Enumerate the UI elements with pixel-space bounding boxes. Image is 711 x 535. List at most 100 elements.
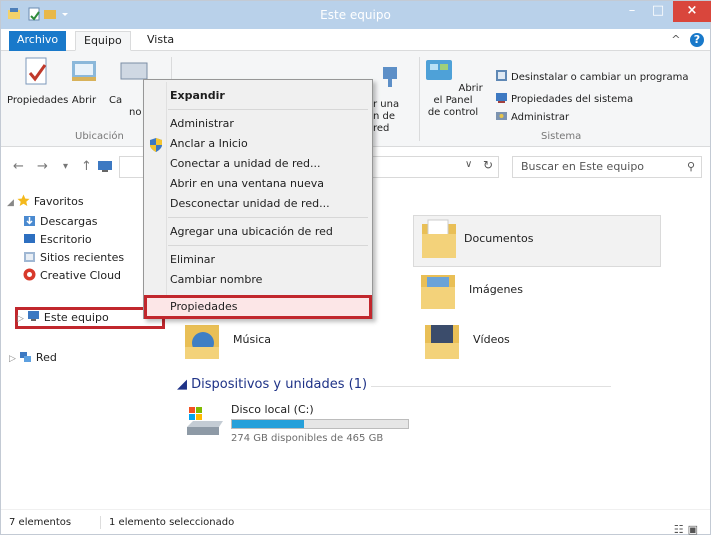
hard-drive-icon — [187, 407, 223, 435]
este-equipo-label: Este equipo — [43, 311, 109, 324]
large-icons-view-icon[interactable]: ▣ — [688, 523, 702, 535]
drive-usage-fill — [232, 420, 305, 428]
maximize-button[interactable]: □ — [645, 1, 671, 22]
nav-item-descargas[interactable]: Descargas — [23, 213, 98, 231]
desinstalar-programa-button[interactable]: Desinstalar o cambiar un programa — [495, 69, 689, 85]
propiedades-label: Propiedades — [7, 95, 69, 106]
menu-item-administrar[interactable]: Administrar — [170, 114, 234, 134]
recent-places-icon — [24, 252, 35, 262]
tab-vista[interactable]: Vista — [139, 31, 182, 51]
ribbon-tab-bar: Archivo Equipo Vista ^ ? — [1, 29, 710, 51]
search-icon: ⚲ — [686, 160, 695, 173]
devices-section-header[interactable]: ◢ Dispositivos y unidades (1) — [177, 377, 367, 392]
explorer-window: Este equipo – □ × Archivo Equipo Vista ^… — [0, 0, 711, 535]
nav-item-creative-cloud[interactable]: Creative Cloud — [23, 267, 121, 285]
control-panel-icon — [426, 60, 453, 80]
cambiar-label-partial2: no — [129, 107, 142, 118]
up-button[interactable]: ↑ — [81, 159, 92, 174]
view-toggle: ☷▣ — [674, 517, 702, 535]
menu-item-propiedades[interactable]: Propiedades — [170, 297, 237, 317]
nav-item-red[interactable]: ▷ Red — [9, 349, 57, 367]
menu-item-eliminar[interactable]: Eliminar — [170, 250, 215, 270]
musica-label: Música — [233, 333, 272, 346]
uac-shield-icon — [150, 138, 162, 152]
menu-separator — [168, 217, 368, 218]
pictures-folder-icon — [421, 275, 455, 309]
details-view-icon[interactable]: ☷ — [674, 523, 688, 535]
star-icon — [17, 194, 30, 206]
escritorio-label: Escritorio — [40, 233, 92, 246]
menu-item-agregar-ubicacion-red[interactable]: Agregar una ubicación de red — [170, 222, 333, 242]
desinstalar-label: Desinstalar o cambiar un programa — [511, 72, 689, 83]
cambiar-nombre-button[interactable]: Ca no — [109, 55, 148, 119]
ribbon-separator — [419, 57, 420, 141]
item-count: 7 elementos — [9, 517, 72, 528]
folder-musica[interactable]: Música — [183, 317, 383, 369]
menu-item-cambiar-nombre[interactable]: Cambiar nombre — [170, 270, 262, 290]
folder-documentos[interactable]: Documentos — [413, 215, 661, 267]
ubicacion-group-label: Ubicación — [75, 131, 124, 142]
menu-item-expandir[interactable]: Expandir — [170, 86, 225, 106]
drive-name: Disco local (C:) — [231, 403, 314, 416]
collapse-ribbon-icon[interactable]: ^ — [671, 33, 680, 46]
system-properties-icon — [496, 93, 507, 103]
nav-item-este-equipo[interactable]: ▷ Este equipo — [17, 309, 109, 327]
minimize-button[interactable]: – — [619, 1, 645, 22]
drive-free-space: 274 GB disponibles de 465 GB — [231, 433, 384, 444]
collapse-arrow-icon: ◢ — [7, 198, 14, 208]
folder-videos[interactable]: Vídeos — [423, 317, 623, 369]
tab-equipo[interactable]: Equipo — [75, 31, 131, 51]
collapse-section-icon: ◢ — [177, 377, 192, 392]
menu-separator — [168, 245, 368, 246]
forward-button[interactable]: → — [37, 159, 48, 174]
expand-arrow-icon: ▷ — [9, 354, 16, 364]
menu-separator — [168, 109, 368, 110]
tab-archivo[interactable]: Archivo — [9, 31, 67, 51]
uninstall-icon — [496, 70, 507, 81]
red-label: Red — [35, 351, 57, 364]
folder-imagenes[interactable]: Imágenes — [419, 267, 659, 319]
window-title: Este equipo — [320, 8, 391, 22]
conectar-red-ribbon-button[interactable]: r una n de red — [373, 99, 403, 135]
administrar-ribbon-label: Administrar — [511, 112, 570, 123]
close-button[interactable]: × — [673, 1, 711, 22]
downloads-icon — [24, 216, 35, 226]
devices-section-title: Dispositivos y unidades (1) — [191, 377, 368, 392]
propiedades-button[interactable]: Propiedades — [7, 55, 69, 107]
panel-control-button[interactable]: Abrir el Panel de control — [421, 55, 485, 119]
videos-folder-icon — [425, 325, 459, 359]
section-divider — [371, 386, 611, 387]
propiedades-sistema-button[interactable]: Propiedades del sistema — [495, 91, 633, 107]
properties-icon — [25, 57, 47, 85]
search-input[interactable]: Buscar en Este equipo ⚲ — [512, 156, 702, 178]
abrir-button[interactable]: Abrir — [65, 55, 103, 107]
music-folder-icon — [185, 325, 219, 359]
red-label-partial1: r una — [373, 99, 400, 110]
cambiar-label-partial: Ca — [109, 95, 123, 106]
menu-item-anclar-inicio[interactable]: Anclar a Inicio — [170, 134, 248, 154]
refresh-icon[interactable]: ↻ — [483, 158, 493, 172]
descargas-label: Descargas — [40, 215, 98, 228]
recent-locations-dropdown[interactable]: ▾ — [63, 161, 68, 172]
menu-item-conectar-unidad-red[interactable]: Conectar a unidad de red... — [170, 154, 320, 174]
panel-line2: de control — [427, 107, 479, 118]
selected-count: 1 elemento seleccionado — [109, 517, 235, 528]
ribbon-help-area: ^ ? — [671, 33, 704, 47]
creative-cloud-label: Creative Cloud — [40, 269, 122, 282]
back-button[interactable]: ← — [13, 159, 24, 174]
imagenes-label: Imágenes — [469, 283, 523, 296]
menu-item-abrir-ventana-nueva[interactable]: Abrir en una ventana nueva — [170, 174, 324, 194]
nav-item-favoritos[interactable]: ◢ Favoritos — [7, 193, 84, 211]
status-bar: 7 elementos 1 elemento seleccionado ☷▣ — [1, 509, 710, 535]
nav-item-escritorio[interactable]: Escritorio — [23, 231, 92, 249]
network-icon — [19, 352, 31, 362]
help-icon[interactable]: ? — [690, 33, 704, 47]
favoritos-label: Favoritos — [33, 195, 84, 208]
address-dropdown-icon[interactable]: ∨ — [465, 159, 472, 170]
computer-icon — [27, 311, 39, 321]
menu-item-desconectar-unidad-red[interactable]: Desconectar unidad de red... — [170, 194, 330, 214]
administrar-ribbon-button[interactable]: Administrar — [495, 109, 569, 125]
nav-item-sitios-recientes[interactable]: Sitios recientes — [23, 249, 124, 267]
network-drive-icon — [383, 67, 397, 87]
documents-folder-icon — [422, 219, 456, 258]
